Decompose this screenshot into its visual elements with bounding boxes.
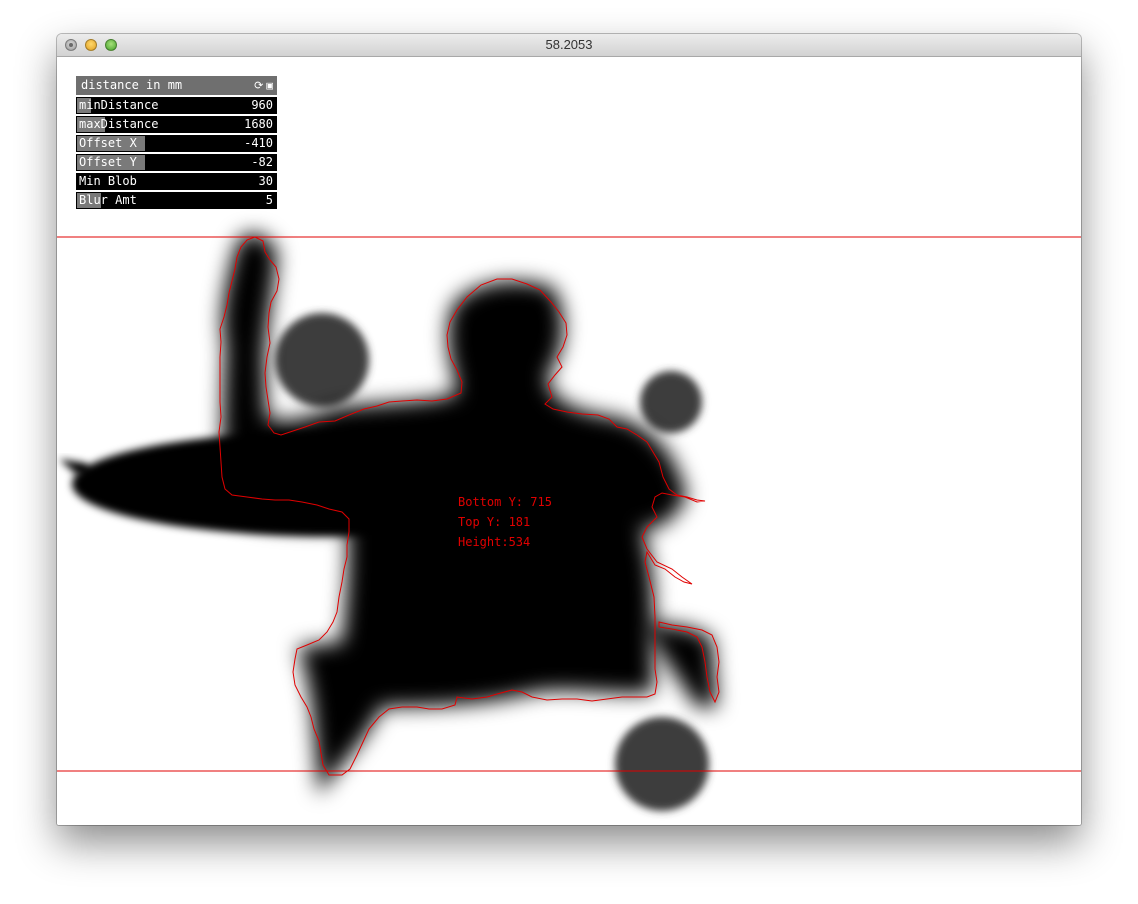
slider-label: minDistance [79, 98, 159, 112]
slider-offset-y[interactable]: Offset Y -82 [76, 154, 277, 171]
depth-view: distance in mm ⟳ ▣ minDistance 960 maxDis… [57, 57, 1081, 825]
bottom-y-readout: Bottom Y: 715 [458, 495, 552, 509]
app-window: 58.2053 distance in mm ⟳ ▣ minDistance 9… [57, 34, 1081, 825]
blob-circle [640, 371, 702, 433]
slider-value: -410 [244, 136, 273, 150]
title-bar[interactable]: 58.2053 [57, 34, 1081, 57]
window-title: 58.2053 [545, 37, 593, 52]
slider-value: 5 [265, 193, 273, 207]
refresh-icon[interactable]: ⟳ [254, 79, 263, 92]
slider-blur-amt[interactable]: Blur Amt 5 [76, 192, 277, 209]
slider-value: 1680 [244, 117, 273, 131]
slider-max-distance[interactable]: maxDistance 1680 [76, 116, 277, 133]
blob-circle [615, 717, 709, 811]
slider-label: Offset X [79, 136, 137, 150]
settings-panel: distance in mm ⟳ ▣ minDistance 960 maxDis… [76, 76, 277, 211]
slider-offset-x[interactable]: Offset X -410 [76, 135, 277, 152]
slider-label: Offset Y [79, 155, 137, 169]
slider-value: 30 [258, 174, 273, 188]
panel-title: distance in mm [81, 78, 183, 92]
slider-value: -82 [251, 155, 273, 169]
slider-label: maxDistance [79, 117, 159, 131]
save-icon[interactable]: ▣ [266, 79, 273, 92]
slider-min-distance[interactable]: minDistance 960 [76, 97, 277, 114]
top-y-readout: Top Y: 181 [458, 515, 531, 529]
slider-label: Blur Amt [79, 193, 137, 207]
panel-header[interactable]: distance in mm ⟳ ▣ [76, 76, 277, 95]
slider-label: Min Blob [79, 174, 137, 188]
slider-min-blob[interactable]: Min Blob 30 [76, 173, 277, 190]
blob-circle [275, 313, 369, 407]
person-blob [222, 233, 687, 795]
height-readout: Height:534 [458, 535, 531, 549]
slider-value: 960 [251, 98, 273, 112]
